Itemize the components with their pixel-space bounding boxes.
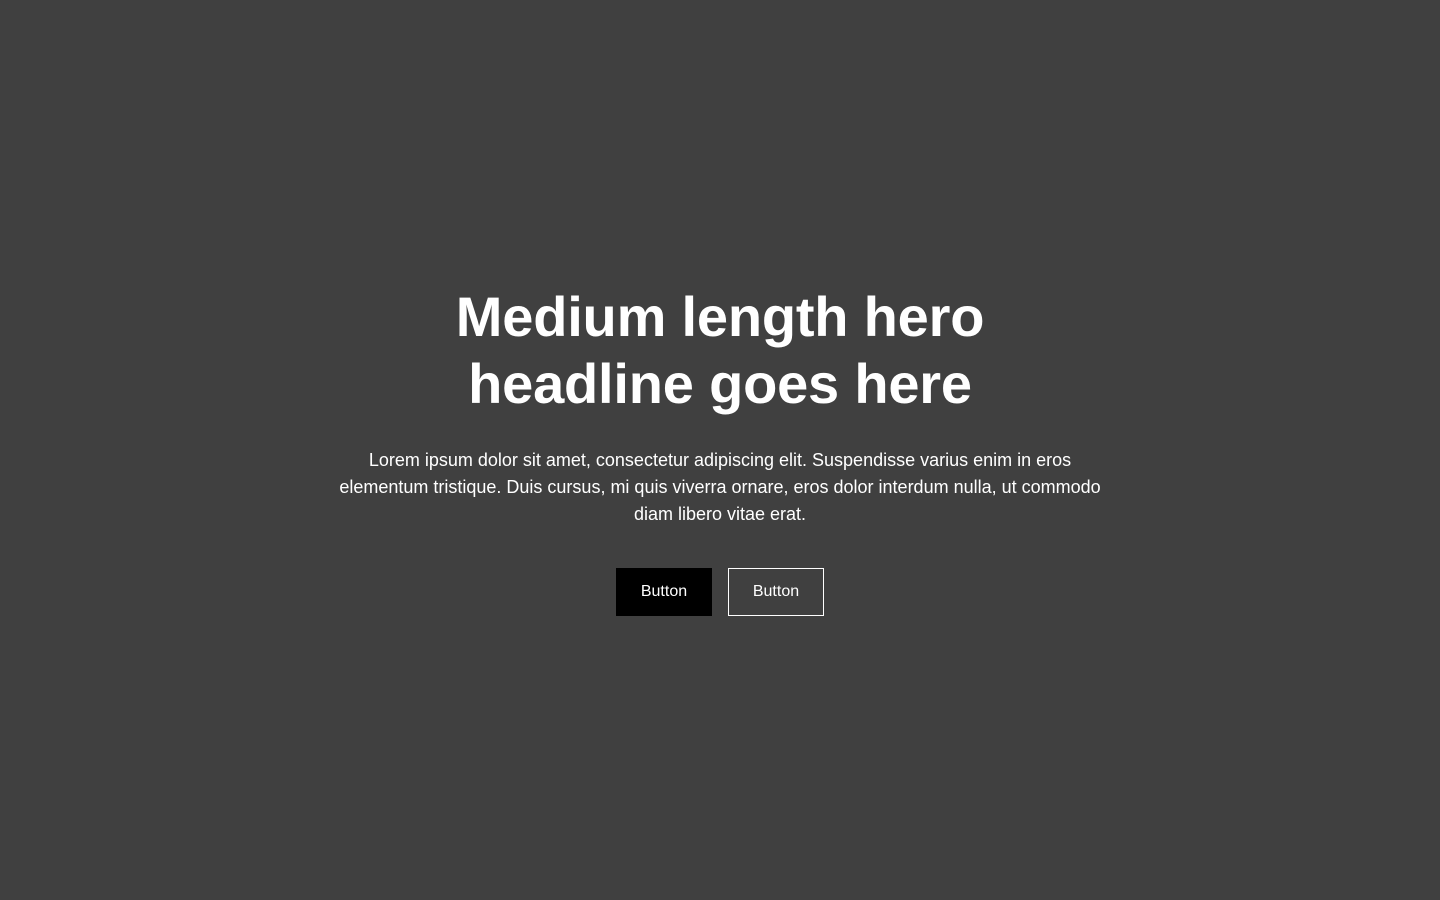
hero-headline: Medium length hero headline goes here [455,285,985,415]
hero-section: Medium length hero headline goes here Lo… [0,0,1440,900]
hero-actions: Button Button [320,568,1120,616]
primary-button[interactable]: Button [616,568,712,616]
secondary-button[interactable]: Button [728,568,824,616]
hero-content: Medium length hero headline goes here Lo… [320,283,1120,616]
hero-description: Lorem ipsum dolor sit amet, consectetur … [339,450,1101,524]
